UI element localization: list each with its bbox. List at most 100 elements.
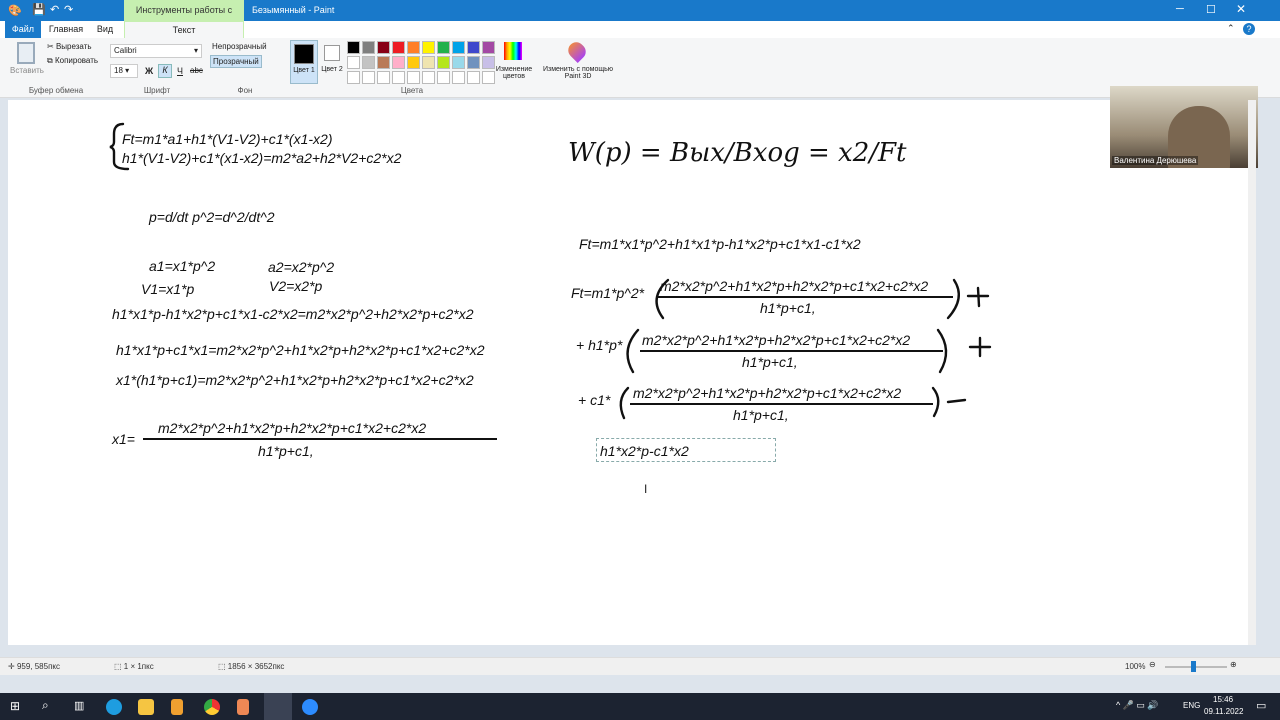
palette-swatch[interactable]: [362, 71, 375, 84]
paint-app-icon[interactable]: 🎨: [8, 4, 22, 17]
clock-time[interactable]: 15:46: [1213, 695, 1233, 704]
tab-view[interactable]: Вид: [90, 21, 120, 38]
ribbon-tabs: Файл Главная Вид Текст ⌃ ?: [0, 21, 1280, 38]
chrome-icon[interactable]: [204, 699, 220, 715]
font-family-select[interactable]: Calibri ▾: [110, 44, 202, 58]
zoom-slider-thumb[interactable]: [1191, 661, 1196, 672]
cut-button[interactable]: ✂ Вырезать: [47, 42, 92, 51]
app-icon[interactable]: [237, 699, 249, 715]
palette-swatch[interactable]: [377, 41, 390, 54]
opaque-button[interactable]: Непрозрачный: [212, 42, 267, 51]
palette-swatch[interactable]: [422, 41, 435, 54]
start-button[interactable]: ⊞: [10, 699, 20, 713]
ribbon: Вставить ✂ Вырезать ⧉ Копировать Буфер о…: [0, 38, 1280, 98]
color2-button[interactable]: Цвет 2: [320, 40, 344, 84]
strikethrough-button[interactable]: abc: [190, 66, 203, 75]
cursor-position: ✛ 959, 585пкс: [8, 662, 60, 671]
palette-swatch[interactable]: [437, 71, 450, 84]
tray-chevron-icon[interactable]: ^ 🎤 ▭ 🔊: [1116, 700, 1159, 711]
text-box-content[interactable]: h1*x2*p-c1*x2: [600, 443, 689, 459]
palette-swatch[interactable]: [392, 56, 405, 69]
eq2: h1*x1*p+c1*x1=m2*x2*p^2+h1*x2*p+h2*x2*p+…: [116, 342, 485, 358]
eq1: h1*x1*p-h1*x2*p+c1*x1-c2*x2=m2*x2*p^2+h2…: [112, 306, 474, 322]
vertical-scrollbar[interactable]: [1248, 100, 1256, 645]
h-denominator: h1*p+c1,: [742, 354, 798, 370]
palette-swatch[interactable]: [347, 71, 360, 84]
ft-fraction-line: [658, 296, 953, 298]
document-app-icon[interactable]: [171, 699, 183, 715]
status-bar: ✛ 959, 585пкс ⬚ 1 × 1пкс ⬚ 1856 × 3652пк…: [0, 657, 1280, 675]
edge-icon[interactable]: [106, 699, 122, 715]
palette-swatch[interactable]: [437, 56, 450, 69]
c-numerator: m2*x2*p^2+h1*x2*p+h2*x2*p+c1*x2+c2*x2: [633, 385, 902, 401]
palette-swatch[interactable]: [467, 41, 480, 54]
notifications-icon[interactable]: ▭: [1256, 699, 1266, 712]
zoom-out-button[interactable]: ⊖: [1149, 660, 1156, 669]
selection-size-value: 1 × 1пкс: [123, 662, 154, 671]
color1-label: Цвет 1: [293, 67, 315, 74]
zoom-app-icon[interactable]: [302, 699, 318, 715]
file-explorer-icon[interactable]: [138, 699, 154, 715]
palette-swatch[interactable]: [407, 41, 420, 54]
clock-date[interactable]: 09.11.2022: [1204, 707, 1243, 716]
zoom-in-button[interactable]: ⊕: [1230, 660, 1237, 669]
minimize-button[interactable]: ─: [1176, 3, 1184, 15]
plus-1: [966, 286, 990, 308]
palette-swatch[interactable]: [377, 56, 390, 69]
copy-icon: ⧉: [47, 56, 53, 65]
copy-button[interactable]: ⧉ Копировать: [47, 56, 98, 66]
palette-swatch[interactable]: [422, 56, 435, 69]
palette-swatch[interactable]: [362, 41, 375, 54]
palette-swatch[interactable]: [407, 56, 420, 69]
palette-swatch[interactable]: [407, 71, 420, 84]
zoom-level: 100%: [1125, 662, 1146, 671]
zoom-slider[interactable]: [1165, 666, 1227, 668]
help-icon[interactable]: ?: [1243, 23, 1255, 35]
font-size-value: 18: [114, 66, 123, 75]
palette-swatch[interactable]: [362, 56, 375, 69]
save-icon[interactable]: 💾: [32, 3, 46, 16]
edit-colors-button[interactable]: Изменение цветов: [492, 66, 536, 80]
paint3d-button[interactable]: Изменить с помощью Paint 3D: [542, 66, 614, 80]
language-indicator[interactable]: ENG: [1183, 701, 1200, 710]
transparent-button[interactable]: Прозрачный: [210, 55, 262, 68]
close-button[interactable]: ✕: [1236, 2, 1246, 16]
search-icon[interactable]: ⌕: [42, 698, 49, 713]
palette-swatch[interactable]: [467, 56, 480, 69]
undo-icon[interactable]: ↶: [50, 3, 59, 16]
palette-swatch[interactable]: [347, 41, 360, 54]
tab-file[interactable]: Файл: [5, 21, 41, 38]
collapse-ribbon-icon[interactable]: ⌃: [1227, 23, 1235, 34]
underline-button[interactable]: Ч: [177, 66, 183, 76]
palette-swatch[interactable]: [467, 71, 480, 84]
color1-button[interactable]: Цвет 1: [290, 40, 318, 84]
tab-text[interactable]: Текст: [124, 21, 244, 38]
paint-taskbar-button[interactable]: [264, 693, 292, 720]
palette-swatch[interactable]: [482, 41, 495, 54]
palette-swatch[interactable]: [437, 41, 450, 54]
palette-swatch[interactable]: [392, 71, 405, 84]
redo-icon[interactable]: ↷: [64, 3, 73, 16]
video-call-overlay[interactable]: Валентина Дерюшева: [1110, 86, 1258, 168]
drawing-canvas[interactable]: W(p) = Bых/Bхоg = x2/Ft Ft=m1*a1+h1*(V1-…: [8, 100, 1255, 645]
palette-swatch[interactable]: [392, 41, 405, 54]
palette-swatch[interactable]: [452, 56, 465, 69]
maximize-button[interactable]: ☐: [1206, 3, 1216, 16]
palette-swatch[interactable]: [422, 71, 435, 84]
color2-label: Цвет 2: [321, 66, 343, 73]
font-size-select[interactable]: 18 ▾: [110, 64, 138, 78]
ft-denominator: h1*p+c1,: [760, 300, 816, 316]
p-definition: p=d/dt p^2=d^2/dt^2: [149, 209, 275, 225]
palette-swatch[interactable]: [347, 56, 360, 69]
h-prefix: + h1*p*: [576, 337, 623, 353]
palette-swatch[interactable]: [452, 71, 465, 84]
paste-button[interactable]: Вставить: [10, 66, 44, 75]
text-box[interactable]: h1*x2*p-c1*x2: [596, 438, 776, 462]
bold-button[interactable]: Ж: [145, 66, 153, 76]
task-view-icon[interactable]: ▥: [74, 699, 84, 712]
palette-swatch[interactable]: [377, 71, 390, 84]
tab-home[interactable]: Главная: [44, 21, 88, 38]
selection-size: ⬚ 1 × 1пкс: [114, 662, 154, 671]
palette-swatch[interactable]: [452, 41, 465, 54]
italic-button[interactable]: К: [158, 64, 172, 78]
